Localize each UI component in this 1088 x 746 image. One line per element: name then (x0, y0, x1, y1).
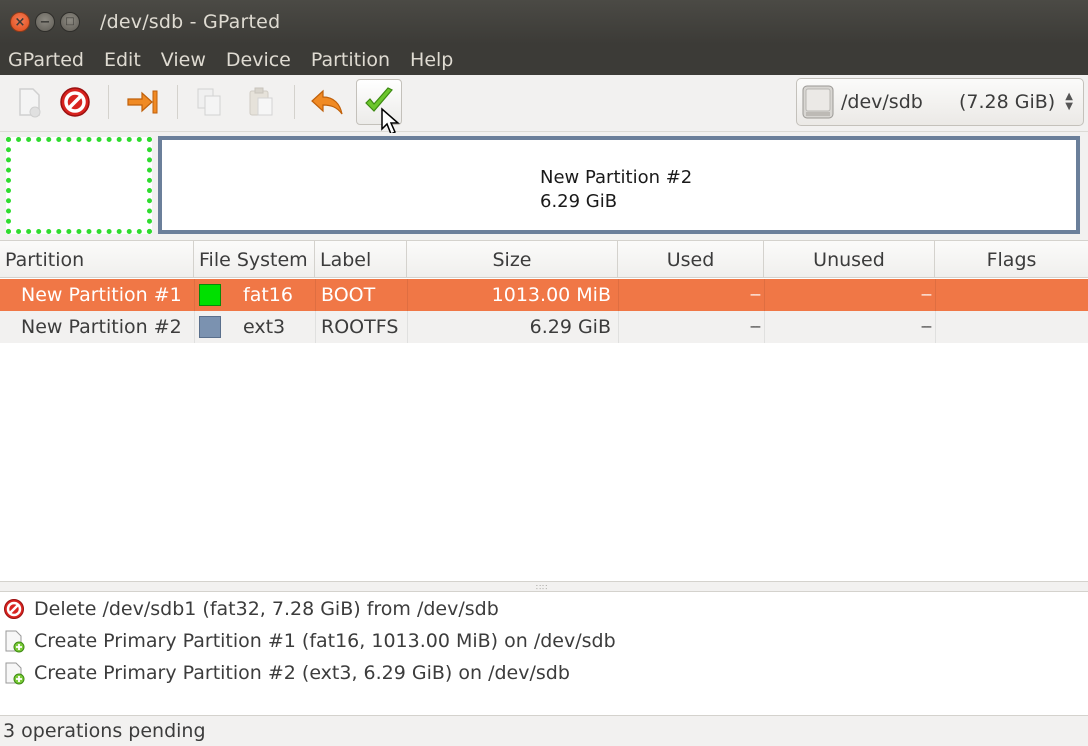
partition-name: New Partition #1 (21, 284, 182, 306)
partition-unused: --- (920, 319, 932, 335)
close-window-button[interactable]: × (10, 12, 30, 32)
partition-label: BOOT (321, 284, 376, 306)
toolbar: /dev/sdb (7.28 GiB) ▲ ▼ (0, 75, 1088, 136)
device-selector[interactable]: /dev/sdb (7.28 GiB) ▲ ▼ (796, 78, 1084, 126)
disk-map-partition-2[interactable]: New Partition #2 6.29 GiB (158, 136, 1080, 234)
disk-map-partition-1[interactable] (6, 137, 152, 234)
paste-button[interactable] (238, 79, 284, 125)
maximize-icon: □ (65, 16, 75, 27)
partition-label: ROOTFS (321, 316, 399, 338)
partition-name: New Partition #2 (21, 316, 182, 338)
partition-size: 6.29 GiB (529, 316, 611, 338)
table-row[interactable]: New Partition #2 ext3 ROOTFS 6.29 GiB --… (0, 311, 1088, 343)
delete-icon (60, 87, 90, 117)
minimize-window-button[interactable]: − (35, 12, 55, 32)
create-partition-icon (5, 630, 25, 653)
partition-size: 1013.00 MiB (491, 284, 611, 306)
column-header-partition[interactable]: Partition (0, 241, 194, 278)
menu-gparted[interactable]: GParted (0, 44, 94, 75)
title-bar: × − □ /dev/sdb - GParted (0, 0, 1088, 44)
pane-resize-handle[interactable]: ∷∷ (0, 582, 1088, 592)
partition-unused: --- (920, 287, 932, 303)
resize-move-icon (127, 90, 158, 114)
copy-button[interactable] (186, 79, 232, 125)
column-header-flags[interactable]: Flags (935, 241, 1088, 278)
column-header-label[interactable]: Label (315, 241, 407, 278)
column-header-unused[interactable]: Unused (764, 241, 935, 278)
fs-color-swatch (199, 316, 221, 338)
menu-edit[interactable]: Edit (94, 44, 151, 75)
column-header-used[interactable]: Used (618, 241, 764, 278)
minimize-icon: − (39, 14, 51, 30)
device-size: (7.28 GiB) (959, 91, 1056, 113)
menu-device[interactable]: Device (216, 44, 301, 75)
file-system: ext3 (243, 316, 286, 338)
partition-used: --- (749, 319, 761, 335)
status-bar: 3 operations pending (0, 715, 1088, 746)
disk-map: New Partition #2 6.29 GiB (0, 133, 1088, 239)
new-partition-icon (19, 88, 41, 118)
close-icon: × (14, 14, 26, 30)
device-label: /dev/sdb (841, 91, 923, 113)
operation-text: Delete /dev/sdb1 (fat32, 7.28 GiB) from … (34, 598, 499, 620)
hard-disk-icon (802, 85, 834, 119)
partition-used: --- (749, 287, 761, 303)
partition-table: Partition File System Label Size Used Un… (0, 240, 1088, 582)
disk-map-partition-2-size: 6.29 GiB (540, 191, 618, 212)
resize-move-button[interactable] (120, 79, 166, 125)
delete-icon (4, 599, 24, 619)
operation-text: Create Primary Partition #1 (fat16, 1013… (34, 630, 616, 652)
window-title: /dev/sdb - GParted (100, 11, 281, 33)
fs-color-swatch (199, 284, 221, 306)
maximize-window-button[interactable]: □ (60, 12, 80, 32)
list-item[interactable]: Create Primary Partition #2 (ext3, 6.29 … (0, 657, 570, 689)
table-row[interactable]: New Partition #1 fat16 BOOT 1013.00 MiB … (0, 279, 1088, 311)
delete-button[interactable] (52, 79, 98, 125)
menu-view[interactable]: View (151, 44, 216, 75)
list-item[interactable]: Delete /dev/sdb1 (fat32, 7.28 GiB) from … (0, 593, 499, 625)
pending-operations-list: Delete /dev/sdb1 (fat32, 7.28 GiB) from … (0, 591, 1088, 715)
menu-help[interactable]: Help (400, 44, 463, 75)
undo-icon (311, 89, 343, 115)
combo-arrows-icon: ▲ ▼ (1065, 91, 1073, 112)
new-partition-button[interactable] (6, 79, 52, 125)
list-item[interactable]: Create Primary Partition #1 (fat16, 1013… (0, 625, 616, 657)
file-system: fat16 (243, 284, 293, 306)
menu-partition[interactable]: Partition (301, 44, 400, 75)
menu-bar: GParted Edit View Device Partition Help (0, 44, 1088, 75)
column-header-size[interactable]: Size (407, 241, 618, 278)
status-text: 3 operations pending (3, 720, 206, 742)
create-partition-icon (5, 662, 25, 685)
table-header: Partition File System Label Size Used Un… (0, 241, 1088, 278)
paste-icon (249, 87, 273, 116)
undo-button[interactable] (304, 79, 350, 125)
disk-map-partition-2-name: New Partition #2 (540, 167, 693, 188)
operation-text: Create Primary Partition #2 (ext3, 6.29 … (34, 662, 570, 684)
column-header-file-system[interactable]: File System (194, 241, 315, 278)
copy-icon (197, 88, 221, 116)
